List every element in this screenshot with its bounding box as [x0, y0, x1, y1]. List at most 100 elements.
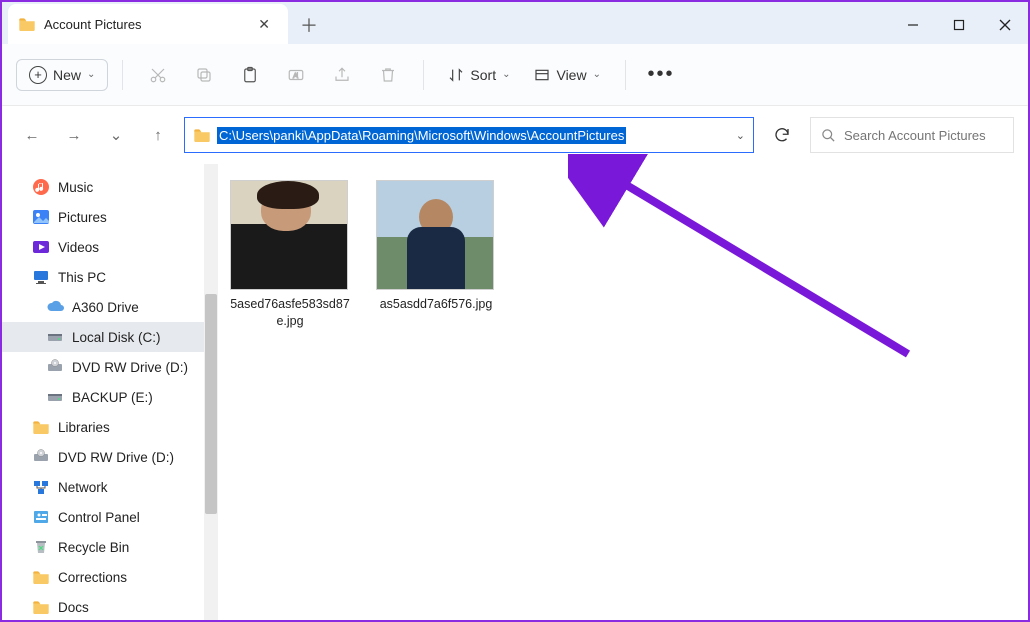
file-name: as5asdd7a6f576.jpg — [376, 296, 496, 313]
sidebar-item-label: Corrections — [58, 570, 127, 585]
view-button[interactable]: View ⌄ — [524, 61, 610, 89]
sidebar-item[interactable]: BACKUP (E:) — [2, 382, 218, 412]
tab-title: Account Pictures — [44, 17, 246, 32]
sidebar-item-label: Pictures — [58, 210, 107, 225]
sidebar-item-label: Network — [58, 480, 108, 495]
control-icon — [32, 508, 50, 526]
sidebar-item-label: Docs — [58, 600, 89, 615]
sidebar-item[interactable]: DVD RW Drive (D:) — [2, 352, 218, 382]
annotation-arrow — [568, 154, 928, 384]
delete-icon[interactable] — [367, 55, 409, 95]
sidebar-item-label: Local Disk (C:) — [72, 330, 161, 345]
up-button[interactable]: ↑ — [142, 119, 174, 151]
sidebar-item[interactable]: Music — [2, 172, 218, 202]
new-button-label: New — [53, 67, 81, 83]
sidebar-item[interactable]: DVD RW Drive (D:) — [2, 442, 218, 472]
view-label: View — [556, 67, 586, 83]
sidebar-item[interactable]: This PC — [2, 262, 218, 292]
search-box[interactable] — [810, 117, 1014, 153]
chevron-down-icon: ⌄ — [502, 69, 510, 80]
sidebar-item-label: Videos — [58, 240, 99, 255]
file-item[interactable]: 5ased76asfe583sd87e.jpg — [230, 180, 350, 330]
sidebar-item[interactable]: Control Panel — [2, 502, 218, 532]
separator — [122, 60, 123, 90]
navigation-row: ← → ⌄ ↑ C:\Users\panki\AppData\Roaming\M… — [2, 106, 1028, 164]
scrollbar-thumb[interactable] — [205, 294, 217, 514]
thispc-icon — [32, 268, 50, 286]
sidebar-item-label: BACKUP (E:) — [72, 390, 153, 405]
network-icon — [32, 478, 50, 496]
address-path[interactable]: C:\Users\panki\AppData\Roaming\Microsoft… — [217, 127, 626, 144]
share-icon[interactable] — [321, 55, 363, 95]
title-bar: Account Pictures ✕ ＋ — [2, 2, 1028, 44]
plus-circle-icon: + — [29, 66, 47, 84]
sidebar-item-label: Libraries — [58, 420, 110, 435]
sidebar-item-label: Recycle Bin — [58, 540, 129, 555]
address-history-dropdown[interactable]: ⌄ — [736, 129, 745, 142]
separator — [625, 60, 626, 90]
file-thumbnail — [376, 180, 494, 290]
sidebar-item-label: DVD RW Drive (D:) — [58, 450, 174, 465]
refresh-button[interactable] — [764, 117, 800, 153]
new-button[interactable]: + New ⌄ — [16, 59, 108, 91]
chevron-down-icon: ⌄ — [87, 69, 95, 80]
music-icon — [32, 178, 50, 196]
forward-button[interactable]: → — [58, 119, 90, 151]
navigation-sidebar: Music Pictures Videos This PC A360 Drive Loca… — [2, 164, 218, 620]
file-name: 5ased76asfe583sd87e.jpg — [230, 296, 350, 330]
disk-icon — [46, 388, 64, 406]
search-icon — [821, 128, 836, 143]
dvd-icon — [46, 358, 64, 376]
more-button[interactable]: ••• — [640, 55, 682, 95]
file-thumbnail — [230, 180, 348, 290]
file-content-area: 5ased76asfe583sd87e.jpg as5asdd7a6f576.j… — [218, 164, 1028, 620]
command-toolbar: + New ⌄ A Sort ⌄ View ⌄ ••• — [2, 44, 1028, 106]
sidebar-item-label: This PC — [58, 270, 106, 285]
sidebar-item[interactable]: Corrections — [2, 562, 218, 592]
sidebar-item[interactable]: Recycle Bin — [2, 532, 218, 562]
main-area: Music Pictures Videos This PC A360 Drive Loca… — [2, 164, 1028, 620]
sidebar-item[interactable]: Docs — [2, 592, 218, 622]
folder-icon — [32, 598, 50, 616]
sidebar-item[interactable]: Network — [2, 472, 218, 502]
sidebar-item[interactable]: Libraries — [2, 412, 218, 442]
search-input[interactable] — [844, 128, 1003, 143]
window-tab[interactable]: Account Pictures ✕ — [8, 4, 288, 44]
rename-icon[interactable]: A — [275, 55, 317, 95]
disk-icon — [46, 328, 64, 346]
close-window-button[interactable] — [982, 6, 1028, 44]
sidebar-scrollbar[interactable] — [204, 164, 218, 620]
sidebar-item[interactable]: A360 Drive — [2, 292, 218, 322]
ellipsis-icon: ••• — [647, 63, 674, 86]
folder-icon — [32, 568, 50, 586]
cut-icon[interactable] — [137, 55, 179, 95]
sort-button[interactable]: Sort ⌄ — [438, 61, 520, 89]
back-button[interactable]: ← — [16, 119, 48, 151]
minimize-button[interactable] — [890, 6, 936, 44]
new-tab-button[interactable]: ＋ — [292, 8, 326, 42]
maximize-button[interactable] — [936, 6, 982, 44]
sidebar-item-label: Control Panel — [58, 510, 140, 525]
close-tab-icon[interactable]: ✕ — [254, 14, 274, 35]
sidebar-item[interactable]: Local Disk (C:) — [2, 322, 218, 352]
videos-icon — [32, 238, 50, 256]
paste-icon[interactable] — [229, 55, 271, 95]
address-bar[interactable]: C:\Users\panki\AppData\Roaming\Microsoft… — [184, 117, 754, 153]
sidebar-item[interactable]: Videos — [2, 232, 218, 262]
folder-icon — [18, 15, 36, 33]
file-item[interactable]: as5asdd7a6f576.jpg — [376, 180, 496, 313]
sidebar-item-label: A360 Drive — [72, 300, 139, 315]
sidebar-item-label: DVD RW Drive (D:) — [72, 360, 188, 375]
sort-label: Sort — [470, 67, 496, 83]
cloud-icon — [46, 298, 64, 316]
recent-dropdown[interactable]: ⌄ — [100, 119, 132, 151]
folder-icon — [193, 126, 211, 144]
sort-icon — [448, 67, 464, 83]
sidebar-item[interactable]: Pictures — [2, 202, 218, 232]
window-controls — [890, 6, 1028, 44]
pictures-icon — [32, 208, 50, 226]
copy-icon[interactable] — [183, 55, 225, 95]
view-icon — [534, 67, 550, 83]
sidebar-item-label: Music — [58, 180, 93, 195]
folder-icon — [32, 418, 50, 436]
